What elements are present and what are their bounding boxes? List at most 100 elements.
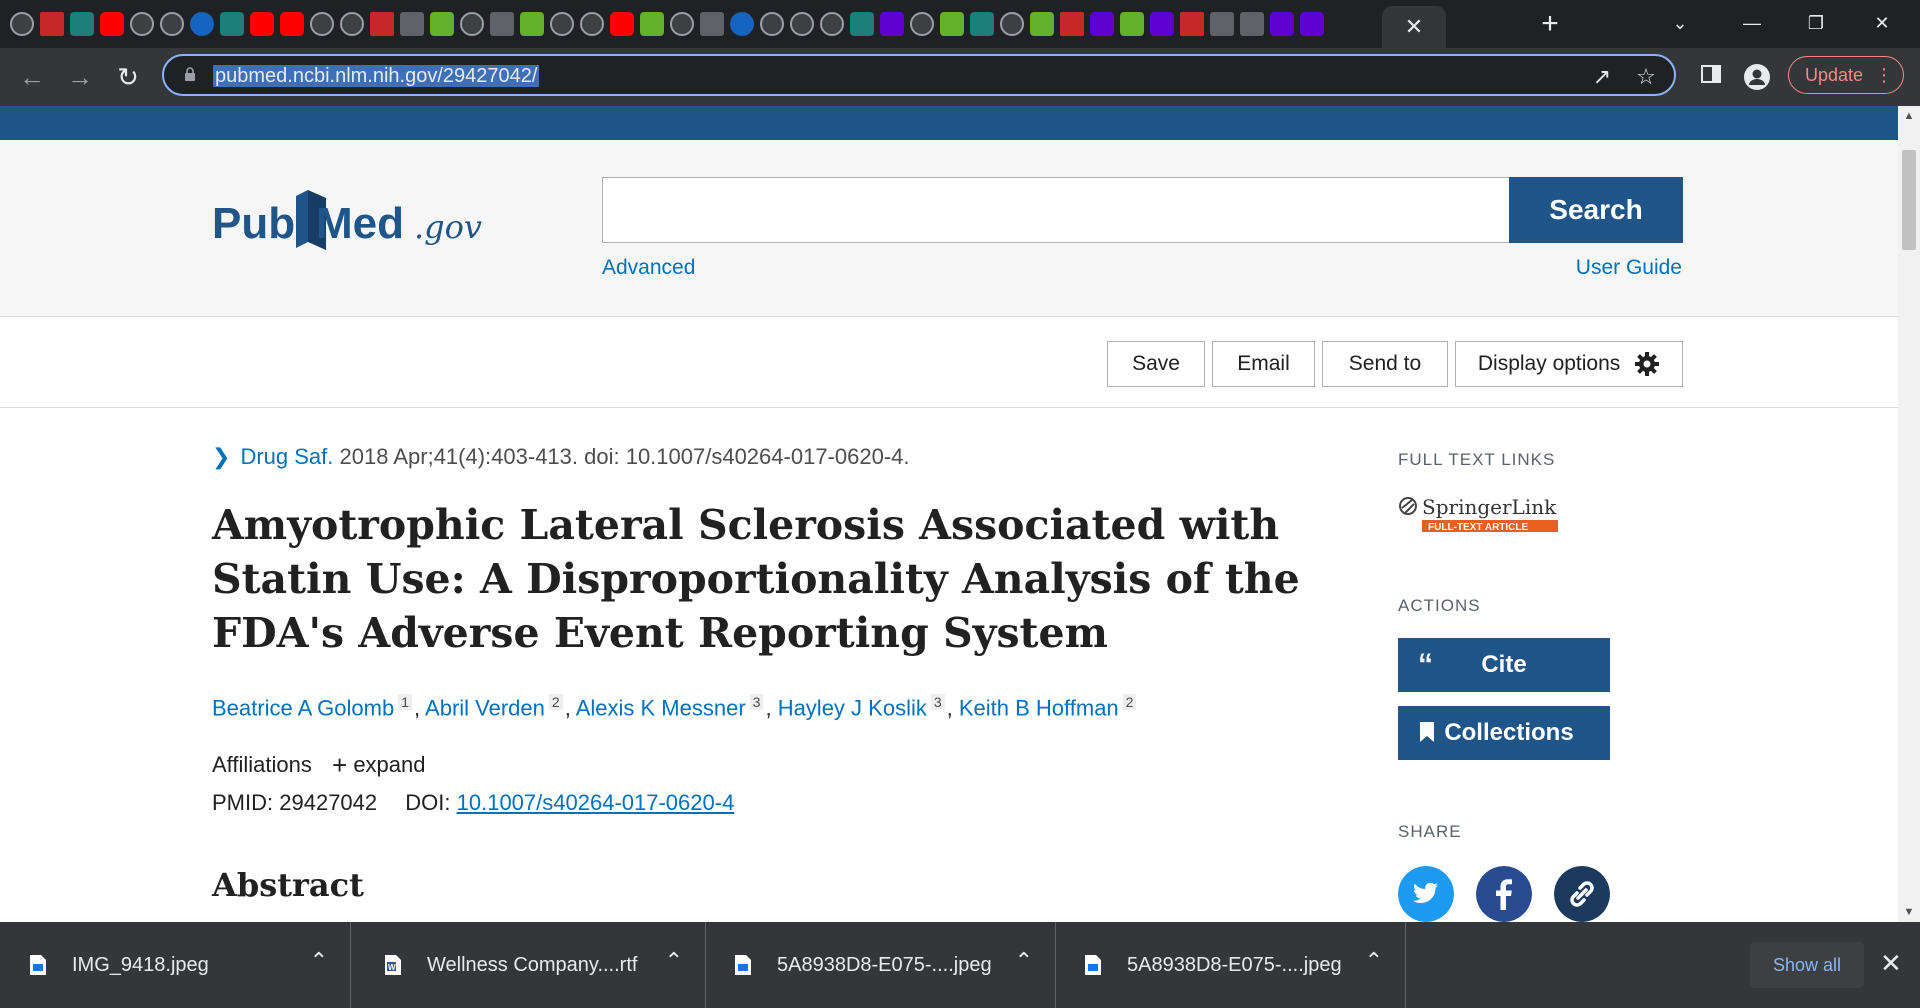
restore-button[interactable]: ❐ <box>1796 8 1836 38</box>
chevron-up-icon[interactable]: ⌃ <box>310 948 328 974</box>
tab-favicon-globe-icon[interactable] <box>340 12 364 36</box>
link-icon[interactable] <box>1554 866 1610 922</box>
author-link[interactable]: Hayley J Koslik <box>778 695 927 720</box>
scroll-down-icon[interactable]: ▼ <box>1898 902 1920 922</box>
tab-favicon-yahoo-icon[interactable] <box>880 12 904 36</box>
tab-favicon-globe-icon[interactable] <box>760 12 784 36</box>
tab-favicon-dark-icon[interactable] <box>400 12 424 36</box>
new-tab-button[interactable]: + <box>1534 8 1566 40</box>
page-scrollbar[interactable]: ▲ ▼ <box>1898 106 1920 922</box>
bookmark-star-icon[interactable]: ☆ <box>1634 65 1658 89</box>
tab-favicon-play-icon[interactable] <box>520 12 544 36</box>
facebook-icon[interactable] <box>1476 866 1532 922</box>
tab-favicon-play-icon[interactable] <box>940 12 964 36</box>
tab-favicon-globe-icon[interactable] <box>580 12 604 36</box>
lock-icon[interactable] <box>184 67 196 81</box>
tab-favicon-b-icon[interactable] <box>370 12 394 36</box>
doi-link[interactable]: 10.1007/s40264-017-0620-4 <box>457 790 735 815</box>
tab-favicon-globe-icon[interactable] <box>1000 12 1024 36</box>
menu-dots-icon[interactable]: ⋮ <box>1875 57 1893 93</box>
search-input[interactable] <box>602 177 1510 243</box>
tab-favicon-teal-tree-icon[interactable] <box>220 12 244 36</box>
share-page-icon[interactable]: ↗ <box>1590 65 1614 89</box>
journal-link[interactable]: Drug Saf. <box>240 444 333 469</box>
advanced-search-link[interactable]: Advanced <box>602 256 695 280</box>
affiliation-ref[interactable]: 2 <box>548 694 563 710</box>
tab-favicon-globe-icon[interactable] <box>130 12 154 36</box>
affiliation-ref[interactable]: 2 <box>1122 694 1137 710</box>
tab-favicon-youtube-icon[interactable] <box>250 12 274 36</box>
tab-favicon-globe-icon[interactable] <box>10 12 34 36</box>
chevron-up-icon[interactable]: ⌃ <box>665 948 683 974</box>
tab-favicon-ul-icon[interactable] <box>1240 12 1264 36</box>
tab-favicon-yahoo-icon[interactable] <box>1270 12 1294 36</box>
tab-favicon-stat-icon[interactable] <box>70 12 94 36</box>
tab-favicon-pinwheel-icon[interactable] <box>40 12 64 36</box>
tab-favicon-dark-icon[interactable] <box>700 12 724 36</box>
author-link[interactable]: Keith B Hoffman <box>959 695 1119 720</box>
tab-favicon-teal-heart-icon[interactable] <box>460 12 484 36</box>
tab-favicon-teal-tree-icon[interactable] <box>970 12 994 36</box>
author-link[interactable]: Alexis K Messner <box>576 695 746 720</box>
user-guide-link[interactable]: User Guide <box>1576 256 1682 280</box>
close-tab-icon[interactable]: ✕ <box>1405 14 1423 40</box>
minimize-button[interactable]: — <box>1732 8 1772 38</box>
tab-favicon-youtube-icon[interactable] <box>610 12 634 36</box>
scroll-thumb[interactable] <box>1902 150 1916 250</box>
tab-favicon-play-icon[interactable] <box>430 12 454 36</box>
tab-favicon-play-icon[interactable] <box>1120 12 1144 36</box>
show-all-downloads-button[interactable]: Show all <box>1750 942 1864 988</box>
active-tab[interactable]: ✕ <box>1382 6 1446 48</box>
tab-favicon-jn-icon[interactable] <box>190 12 214 36</box>
collections-button[interactable]: Collections <box>1398 706 1610 760</box>
download-item[interactable]: IMG_9418.jpeg ⌃ <box>0 922 351 1008</box>
search-button[interactable]: Search <box>1509 177 1683 243</box>
expand-affiliations-button[interactable]: + expand <box>318 750 426 780</box>
cite-button[interactable]: “ Cite <box>1398 638 1610 692</box>
tab-search-icon[interactable]: ⌄ <box>1660 8 1700 38</box>
profile-avatar-icon[interactable] <box>1743 63 1771 91</box>
twitter-icon[interactable] <box>1398 866 1454 922</box>
tab-favicon-search-icon[interactable] <box>730 12 754 36</box>
tab-favicon-globe-icon[interactable] <box>910 12 934 36</box>
tab-favicon-dark-icon[interactable] <box>490 12 514 36</box>
tab-favicon-mail-icon[interactable] <box>1300 12 1324 36</box>
tab-favicon-youtube-icon[interactable] <box>280 12 304 36</box>
tab-favicon-globe-icon[interactable] <box>670 12 694 36</box>
tab-favicon-teal-tree-icon[interactable] <box>850 12 874 36</box>
author-link[interactable]: Abril Verden <box>425 695 545 720</box>
reload-button[interactable]: ↻ <box>112 61 144 93</box>
tab-favicon-globe-icon[interactable] <box>790 12 814 36</box>
close-shelf-icon[interactable]: ✕ <box>1880 948 1902 979</box>
pubmed-logo[interactable]: Pub Med .gov <box>212 184 492 264</box>
author-link[interactable]: Beatrice A Golomb <box>212 695 394 720</box>
close-window-button[interactable]: ✕ <box>1862 8 1902 38</box>
update-button[interactable]: Update ⋮ <box>1788 56 1904 94</box>
tab-favicon-yahoo-icon[interactable] <box>1090 12 1114 36</box>
tab-favicon-b-icon[interactable] <box>1180 12 1204 36</box>
back-button[interactable]: ← <box>16 61 48 93</box>
url-text[interactable]: pubmed.ncbi.nlm.nih.gov/29427042/ <box>213 65 540 87</box>
springerlink-logo[interactable]: SpringerLink FULL-TEXT ARTICLE <box>1398 492 1558 534</box>
tab-favicon-photo-icon[interactable] <box>550 12 574 36</box>
send-to-button[interactable]: Send to <box>1322 341 1448 387</box>
download-item[interactable]: 5A8938D8-E075-....jpeg ⌃ <box>1055 922 1406 1008</box>
download-item[interactable]: W Wellness Company....rtf ⌃ <box>355 922 706 1008</box>
download-item[interactable]: 5A8938D8-E075-....jpeg ⌃ <box>705 922 1056 1008</box>
tab-favicon-g-icon[interactable] <box>1030 12 1054 36</box>
chevron-right-icon[interactable]: ❯ <box>212 444 230 469</box>
tab-favicon-globe-icon[interactable] <box>160 12 184 36</box>
email-button[interactable]: Email <box>1212 341 1315 387</box>
affiliation-ref[interactable]: 1 <box>398 694 413 710</box>
tab-favicon-play-icon[interactable] <box>640 12 664 36</box>
tab-favicon-bookmark-icon[interactable] <box>1060 12 1084 36</box>
tab-favicon-youtube-icon[interactable] <box>100 12 124 36</box>
tab-favicon-globe-icon[interactable] <box>310 12 334 36</box>
display-options-button[interactable]: Display options <box>1455 341 1683 387</box>
address-bar[interactable]: pubmed.ncbi.nlm.nih.gov/29427042/ ↗ ☆ <box>162 54 1676 96</box>
chevron-up-icon[interactable]: ⌃ <box>1015 948 1033 974</box>
scroll-up-icon[interactable]: ▲ <box>1898 106 1920 126</box>
tab-favicon-dark-icon[interactable] <box>1210 12 1234 36</box>
tab-favicon-yahoo-icon[interactable] <box>1150 12 1174 36</box>
save-button[interactable]: Save <box>1107 341 1205 387</box>
